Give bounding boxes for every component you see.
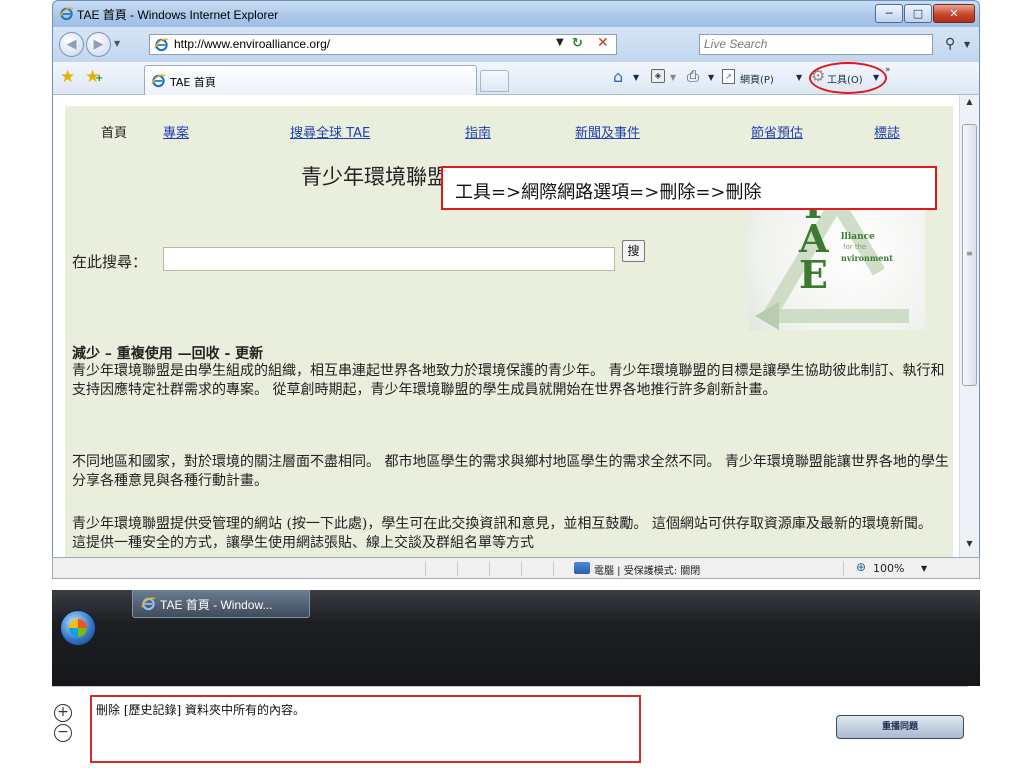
home-icon[interactable]: ⌂ xyxy=(613,67,623,86)
logo-text-nvironment: nvironment xyxy=(841,253,893,263)
windows-logo-icon xyxy=(69,619,87,637)
history-dropdown-icon[interactable]: ▼ xyxy=(114,39,120,48)
back-arrow-icon: ◀ xyxy=(66,37,77,52)
security-zone-text[interactable]: 電腦 | 受保護模式: 關閉 xyxy=(594,562,700,577)
instruction-text: 工具=>網際網路選項=>刪除=>刪除 xyxy=(455,182,762,203)
maximize-button[interactable]: □ xyxy=(904,4,932,23)
logo-letter-e: E xyxy=(799,252,828,297)
section-heading: 減少 – 重複使用 —回收 - 更新 xyxy=(72,346,264,362)
nav-link-home[interactable]: 首頁 xyxy=(101,122,127,141)
caption-text: 刪除 [歷史記錄] 資料夾中所有的內容。 xyxy=(96,703,305,717)
status-divider xyxy=(489,561,490,576)
nav-link-projects[interactable]: 專案 xyxy=(163,122,189,141)
taskbar: TAE 首頁 - Window... xyxy=(52,590,980,686)
search-icon[interactable]: ⚲ xyxy=(945,36,955,52)
page-menu-button[interactable]: 網頁(P) xyxy=(740,71,774,86)
nav-link-news-events[interactable]: 新聞及事件 xyxy=(575,122,640,141)
feeds-icon[interactable]: ◈ xyxy=(651,69,665,83)
nav-link-savings-estimate[interactable]: 節省預估 xyxy=(751,122,803,141)
status-divider xyxy=(553,561,554,576)
paragraph: 青少年環境聯盟提供受管理的網站 (按一下此處)，學生可在此交換資訊和意見，並相互… xyxy=(72,516,932,551)
site-search-input[interactable] xyxy=(163,247,615,271)
nav-link-logo[interactable]: 標誌 xyxy=(874,122,900,141)
scroll-up-icon[interactable]: ▲ xyxy=(962,97,977,111)
vertical-scrollbar[interactable]: ▲ ≡ ▼ xyxy=(959,95,979,557)
computer-zone-icon xyxy=(574,562,590,574)
ie-logo-icon xyxy=(141,597,156,611)
logo-text-lliance: lliance xyxy=(841,232,875,242)
start-button[interactable] xyxy=(60,610,96,646)
taskbar-button-label: TAE 首頁 - Window... xyxy=(160,598,273,612)
zoom-out-icon[interactable]: − xyxy=(54,724,72,742)
plus-icon: + xyxy=(95,73,104,84)
zoom-icon[interactable]: ⊕ xyxy=(856,560,866,574)
paragraph: 不同地區和國家，對於環境的關注層面不盡相同。 都市地區學生的需求與鄉村地區學生的… xyxy=(72,454,949,489)
logo-text-for-the: for the xyxy=(843,243,867,251)
stop-icon[interactable]: ✕ xyxy=(597,35,609,51)
zoom-level[interactable]: 100% xyxy=(873,562,904,575)
url-text: http://www.enviroalliance.org/ xyxy=(174,37,331,51)
address-bar: ◀ ▶ ▼ http://www.enviroalliance.org/ ▼ ↻… xyxy=(52,27,980,62)
status-divider xyxy=(521,561,522,576)
status-divider xyxy=(425,561,426,576)
search-dropdown-icon[interactable]: ▼ xyxy=(964,40,970,49)
page-dropdown-icon[interactable]: ▼ xyxy=(796,73,802,82)
tab-tae-home[interactable]: TAE 首頁 xyxy=(144,65,477,95)
scroll-down-icon[interactable]: ▼ xyxy=(962,539,977,553)
taskbar-ie-button[interactable]: TAE 首頁 - Window... xyxy=(132,590,310,618)
window-title: TAE 首頁 - Windows Internet Explorer xyxy=(77,8,279,22)
search-input[interactable]: Live Search xyxy=(699,34,933,55)
site-search-button[interactable]: 搜 xyxy=(622,240,645,262)
site-title: 青少年環境聯盟 xyxy=(301,165,448,189)
zoom-in-icon[interactable]: + xyxy=(54,704,72,722)
page-icon[interactable]: ↗ xyxy=(722,69,735,84)
search-placeholder: Live Search xyxy=(704,37,768,51)
refresh-icon[interactable]: ↻ xyxy=(572,36,583,51)
minimize-button[interactable]: ─ xyxy=(875,4,903,23)
ie-page-icon xyxy=(154,38,169,52)
tutorial-bar: + − 刪除 [歷史記錄] 資料夾中所有的內容。 重播同題 xyxy=(52,686,968,768)
new-tab-button[interactable] xyxy=(480,70,509,92)
tab-label: TAE 首頁 xyxy=(170,76,216,89)
replay-button[interactable]: 重播同題 xyxy=(836,715,964,739)
nav-link-search-global[interactable]: 搜尋全球 TAE xyxy=(290,122,370,141)
scroll-thumb[interactable]: ≡ xyxy=(962,124,977,386)
status-divider xyxy=(457,561,458,576)
tools-highlight-circle xyxy=(809,62,887,94)
browser-window: TAE 首頁 - Windows Internet Explorer ─ □ ✕… xyxy=(52,0,980,590)
nav-link-guide[interactable]: 指南 xyxy=(465,122,491,141)
page-viewport: 首頁 專案 搜尋全球 TAE 指南 新聞及事件 節省預估 標誌 青少年環境聯盟 … xyxy=(52,95,980,557)
favorites-star-icon[interactable]: ★ xyxy=(60,67,75,87)
close-button[interactable]: ✕ xyxy=(933,4,975,23)
back-button[interactable]: ◀ xyxy=(59,32,84,57)
status-bar: 電腦 | 受保護模式: 關閉 ⊕ 100% ▼ xyxy=(52,557,980,579)
zoom-dropdown-icon[interactable]: ▼ xyxy=(921,564,927,573)
print-dropdown-icon[interactable]: ▼ xyxy=(708,73,714,82)
caption-box: 刪除 [歷史記錄] 資料夾中所有的內容。 xyxy=(90,695,641,763)
add-favorites-icon[interactable]: ★ + xyxy=(85,67,104,87)
ie-page-icon xyxy=(151,74,166,88)
instruction-callout: 工具=>網際網路選項=>刪除=>刪除 xyxy=(441,166,937,210)
feeds-dropdown-icon[interactable]: ▼ xyxy=(670,73,676,82)
print-icon[interactable]: ⎙ xyxy=(687,67,699,85)
command-bar: ★ ★ + TAE 首頁 ⌂ ▼ ◈ ▼ ⎙ ▼ ↗ 網頁(P) ▼ ⚙ 工具(O… xyxy=(52,62,980,95)
url-input[interactable]: http://www.enviroalliance.org/ ▼ ↻ ✕ xyxy=(149,34,617,55)
grip-icon: ≡ xyxy=(966,249,973,258)
status-divider xyxy=(843,561,844,576)
site-search-label: 在此搜尋： xyxy=(72,253,148,271)
url-dropdown-icon[interactable]: ▼ xyxy=(556,37,564,48)
paragraph: 青少年環境聯盟是由學生組成的組織，相互串連起世界各地致力於環境保護的青少年。 青… xyxy=(72,363,945,398)
forward-arrow-icon: ▶ xyxy=(93,37,104,52)
forward-button[interactable]: ▶ xyxy=(86,32,111,57)
ie-logo-icon xyxy=(59,7,74,21)
home-dropdown-icon[interactable]: ▼ xyxy=(633,73,639,82)
title-bar[interactable]: TAE 首頁 - Windows Internet Explorer ─ □ ✕ xyxy=(52,0,980,27)
